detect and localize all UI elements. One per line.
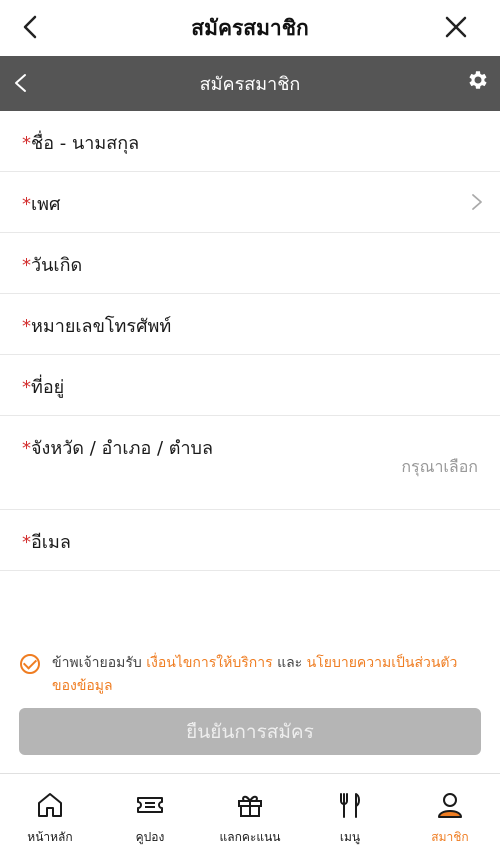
top-nav-bar: สมัครสมาชิก (0, 0, 500, 56)
gender-field[interactable]: *เพศ (0, 172, 500, 233)
sub-header-bar: สมัครสมาชิก (0, 56, 500, 111)
email-label: อีเมล (31, 532, 71, 553)
province-district-field[interactable]: *จังหวัด / อำเภอ / ตำบล กรุณาเลือก (0, 416, 500, 510)
tab-label: แลกคะแนน (219, 830, 281, 844)
required-mark: * (22, 255, 31, 276)
tab-menu[interactable]: เมนู (300, 774, 400, 860)
email-field[interactable]: *อีเมล (0, 510, 500, 571)
page-title: สมัครสมาชิก (191, 15, 309, 40)
ticket-icon (137, 797, 163, 813)
registration-form: *ชื่อ - นามสกุล *เพศ *วันเกิด *หมายเลขโท… (0, 111, 500, 571)
close-icon[interactable] (442, 13, 470, 41)
province-label: จังหวัด / อำเภอ / ตำบล (31, 438, 214, 459)
gear-icon[interactable] (466, 68, 490, 92)
tab-label: สมาชิก (431, 830, 469, 844)
chevron-right-icon (472, 194, 482, 210)
birthday-field[interactable]: *วันเกิด (0, 233, 500, 294)
tab-member[interactable]: สมาชิก (400, 774, 500, 860)
tab-redeem[interactable]: แลกคะแนน (200, 774, 300, 860)
home-icon (38, 793, 62, 817)
select-placeholder[interactable]: กรุณาเลือก (401, 455, 478, 480)
gender-label: เพศ (31, 194, 61, 215)
tab-label: เมนู (339, 830, 361, 844)
required-mark: * (22, 438, 31, 459)
sub-header-title: สมัครสมาชิก (199, 74, 301, 95)
tab-coupon[interactable]: คูปอง (100, 774, 200, 860)
consent-section: ข้าพเจ้ายอมรับ เงื่อนไขการให้บริการ และ … (20, 652, 480, 698)
tab-home[interactable]: หน้าหลัก (0, 774, 100, 860)
phone-label: หมายเลขโทรศัพท์ (31, 316, 172, 337)
name-field[interactable]: *ชื่อ - นามสกุล (0, 111, 500, 172)
user-icon (438, 793, 462, 818)
required-mark: * (22, 377, 31, 398)
required-mark: * (22, 532, 31, 553)
required-mark: * (22, 194, 31, 215)
required-mark: * (22, 133, 31, 154)
address-label: ที่อยู่ (31, 377, 65, 398)
terms-link[interactable]: เงื่อนไขการให้บริการ (146, 655, 272, 671)
bottom-tab-bar: หน้าหลัก คูปอง แลกคะแนน เมนู สมาชิก (0, 773, 500, 860)
back-arrow-icon[interactable] (16, 12, 46, 42)
consent-checkbox[interactable] (20, 654, 40, 674)
address-field[interactable]: *ที่อยู่ (0, 355, 500, 416)
confirm-register-button[interactable]: ยืนยันการสมัคร (19, 708, 481, 755)
back-arrow-icon[interactable] (8, 70, 34, 96)
tab-label: คูปอง (135, 830, 165, 844)
consent-text: ข้าพเจ้ายอมรับ เงื่อนไขการให้บริการ และ … (52, 655, 458, 694)
gift-icon (238, 795, 262, 817)
fork-knife-icon (340, 793, 360, 818)
required-mark: * (22, 316, 31, 337)
birthday-label: วันเกิด (31, 255, 83, 276)
name-label: ชื่อ - นามสกุล (31, 133, 140, 154)
tab-label: หน้าหลัก (27, 830, 73, 844)
phone-field[interactable]: *หมายเลขโทรศัพท์ (0, 294, 500, 355)
